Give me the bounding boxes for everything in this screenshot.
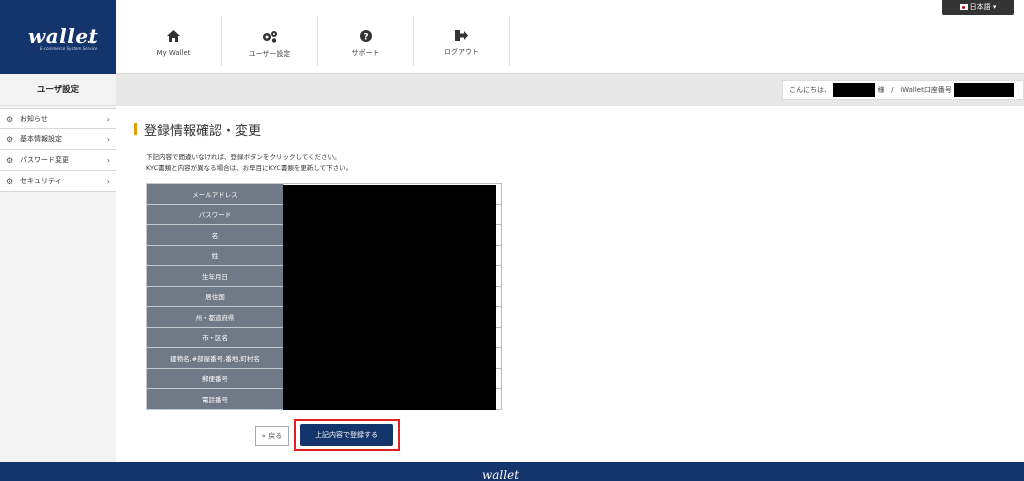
chevron-right-icon: › — [106, 115, 110, 124]
language-dropdown[interactable]: 日本語 ▾ — [942, 0, 1014, 15]
sidebar-item-label: お知らせ — [20, 115, 48, 123]
brand-logo[interactable]: wallet ‥ E-commerce System Service — [0, 0, 116, 74]
page-title: 登録情報確認・変更 — [134, 120, 261, 139]
greeting-bar: こんにちは、 様 / iWallet口座番号 — [782, 80, 1024, 100]
gear-icon: ⚙ — [6, 115, 14, 124]
greeting-separator: / — [891, 86, 894, 94]
field-label: 姓 — [146, 244, 284, 266]
top-navigation: My Wallet ユーザー設定 ? サポート ログアウト 日本語 ▾ — [116, 0, 1024, 74]
field-label: パスワード — [146, 203, 284, 225]
gear-icon: ⚙ — [6, 135, 14, 144]
home-icon — [167, 30, 180, 42]
footer-logo: wallet — [482, 468, 520, 481]
nav-label: My Wallet — [156, 49, 191, 57]
footer: wallet — [0, 462, 1024, 481]
chevron-right-icon: › — [106, 135, 110, 144]
main-content: 登録情報確認・変更 下記内容で間違いなければ、登録ボタンをクリックしてください。… — [116, 106, 1024, 462]
redacted-account-number — [954, 83, 1015, 97]
field-label: 州・都道府県 — [146, 306, 284, 328]
japan-flag-icon — [959, 4, 968, 10]
account-number-label: iWallet口座番号 — [900, 86, 952, 94]
description-line-2: KYC書類と内容が異なる場合は、お早目にKYC書類を更新して下さい。 — [146, 164, 353, 172]
nav-user-settings[interactable]: ユーザー設定 — [222, 16, 318, 66]
gears-icon — [262, 31, 277, 43]
redacted-username — [833, 83, 876, 97]
field-label: 居住国 — [146, 285, 284, 307]
sidebar-title: ユーザ設定 — [0, 74, 116, 106]
question-icon: ? — [359, 30, 372, 43]
nav-label: ログアウト — [444, 48, 479, 56]
field-label: 電話番号 — [146, 388, 284, 410]
gear-icon: ⚙ — [6, 156, 14, 165]
field-label: 市・区名 — [146, 326, 284, 348]
sidebar: ⚙ お知らせ › ⚙ 基本情報設定 › ⚙ パスワード変更 › ⚙ セキュリティ… — [0, 106, 116, 462]
redacted-values-block — [283, 185, 496, 410]
field-label: 生年月日 — [146, 265, 284, 287]
nav-logout[interactable]: ログアウト — [414, 16, 510, 66]
sidebar-item-security[interactable]: ⚙ セキュリティ › — [0, 171, 116, 192]
field-label: 建物名,#部屋番号,番地,町村名 — [146, 347, 284, 369]
logo-dots: ‥ — [86, 28, 97, 47]
nav-my-wallet[interactable]: My Wallet — [126, 16, 222, 66]
field-label: 郵便番号 — [146, 367, 284, 389]
submit-registration-button[interactable]: 上記内容で登録する — [300, 424, 393, 446]
field-label: 名 — [146, 224, 284, 246]
greeting-prefix: こんにちは、 — [789, 86, 831, 94]
gear-icon: ⚙ — [6, 177, 14, 186]
back-button[interactable]: « 戻る — [255, 426, 289, 446]
nav-label: ユーザー設定 — [248, 50, 291, 58]
field-label: メールアドレス — [146, 183, 284, 205]
svg-text:?: ? — [363, 33, 368, 43]
sidebar-item-password[interactable]: ⚙ パスワード変更 › — [0, 150, 116, 171]
chevron-right-icon: › — [106, 156, 110, 165]
chevron-right-icon: › — [106, 177, 110, 186]
nav-support[interactable]: ? サポート — [318, 16, 414, 66]
sidebar-item-notices[interactable]: ⚙ お知らせ › — [0, 108, 116, 129]
description: 下記内容で間違いなければ、登録ボタンをクリックしてください。 KYC書類と内容が… — [146, 152, 352, 174]
nav-label: サポート — [351, 49, 380, 57]
greeting-honorific: 様 — [877, 86, 885, 94]
logout-icon — [455, 30, 468, 41]
description-line-1: 下記内容で間違いなければ、登録ボタンをクリックしてください。 — [146, 153, 341, 161]
sidebar-item-label: 基本情報設定 — [20, 135, 62, 143]
sidebar-item-label: パスワード変更 — [20, 156, 69, 164]
language-label: 日本語 ▾ — [969, 3, 997, 11]
logo-tagline: E-commerce System Service — [40, 46, 98, 51]
sidebar-item-basic-info[interactable]: ⚙ 基本情報設定 › — [0, 129, 116, 150]
sidebar-item-label: セキュリティ — [20, 177, 62, 185]
